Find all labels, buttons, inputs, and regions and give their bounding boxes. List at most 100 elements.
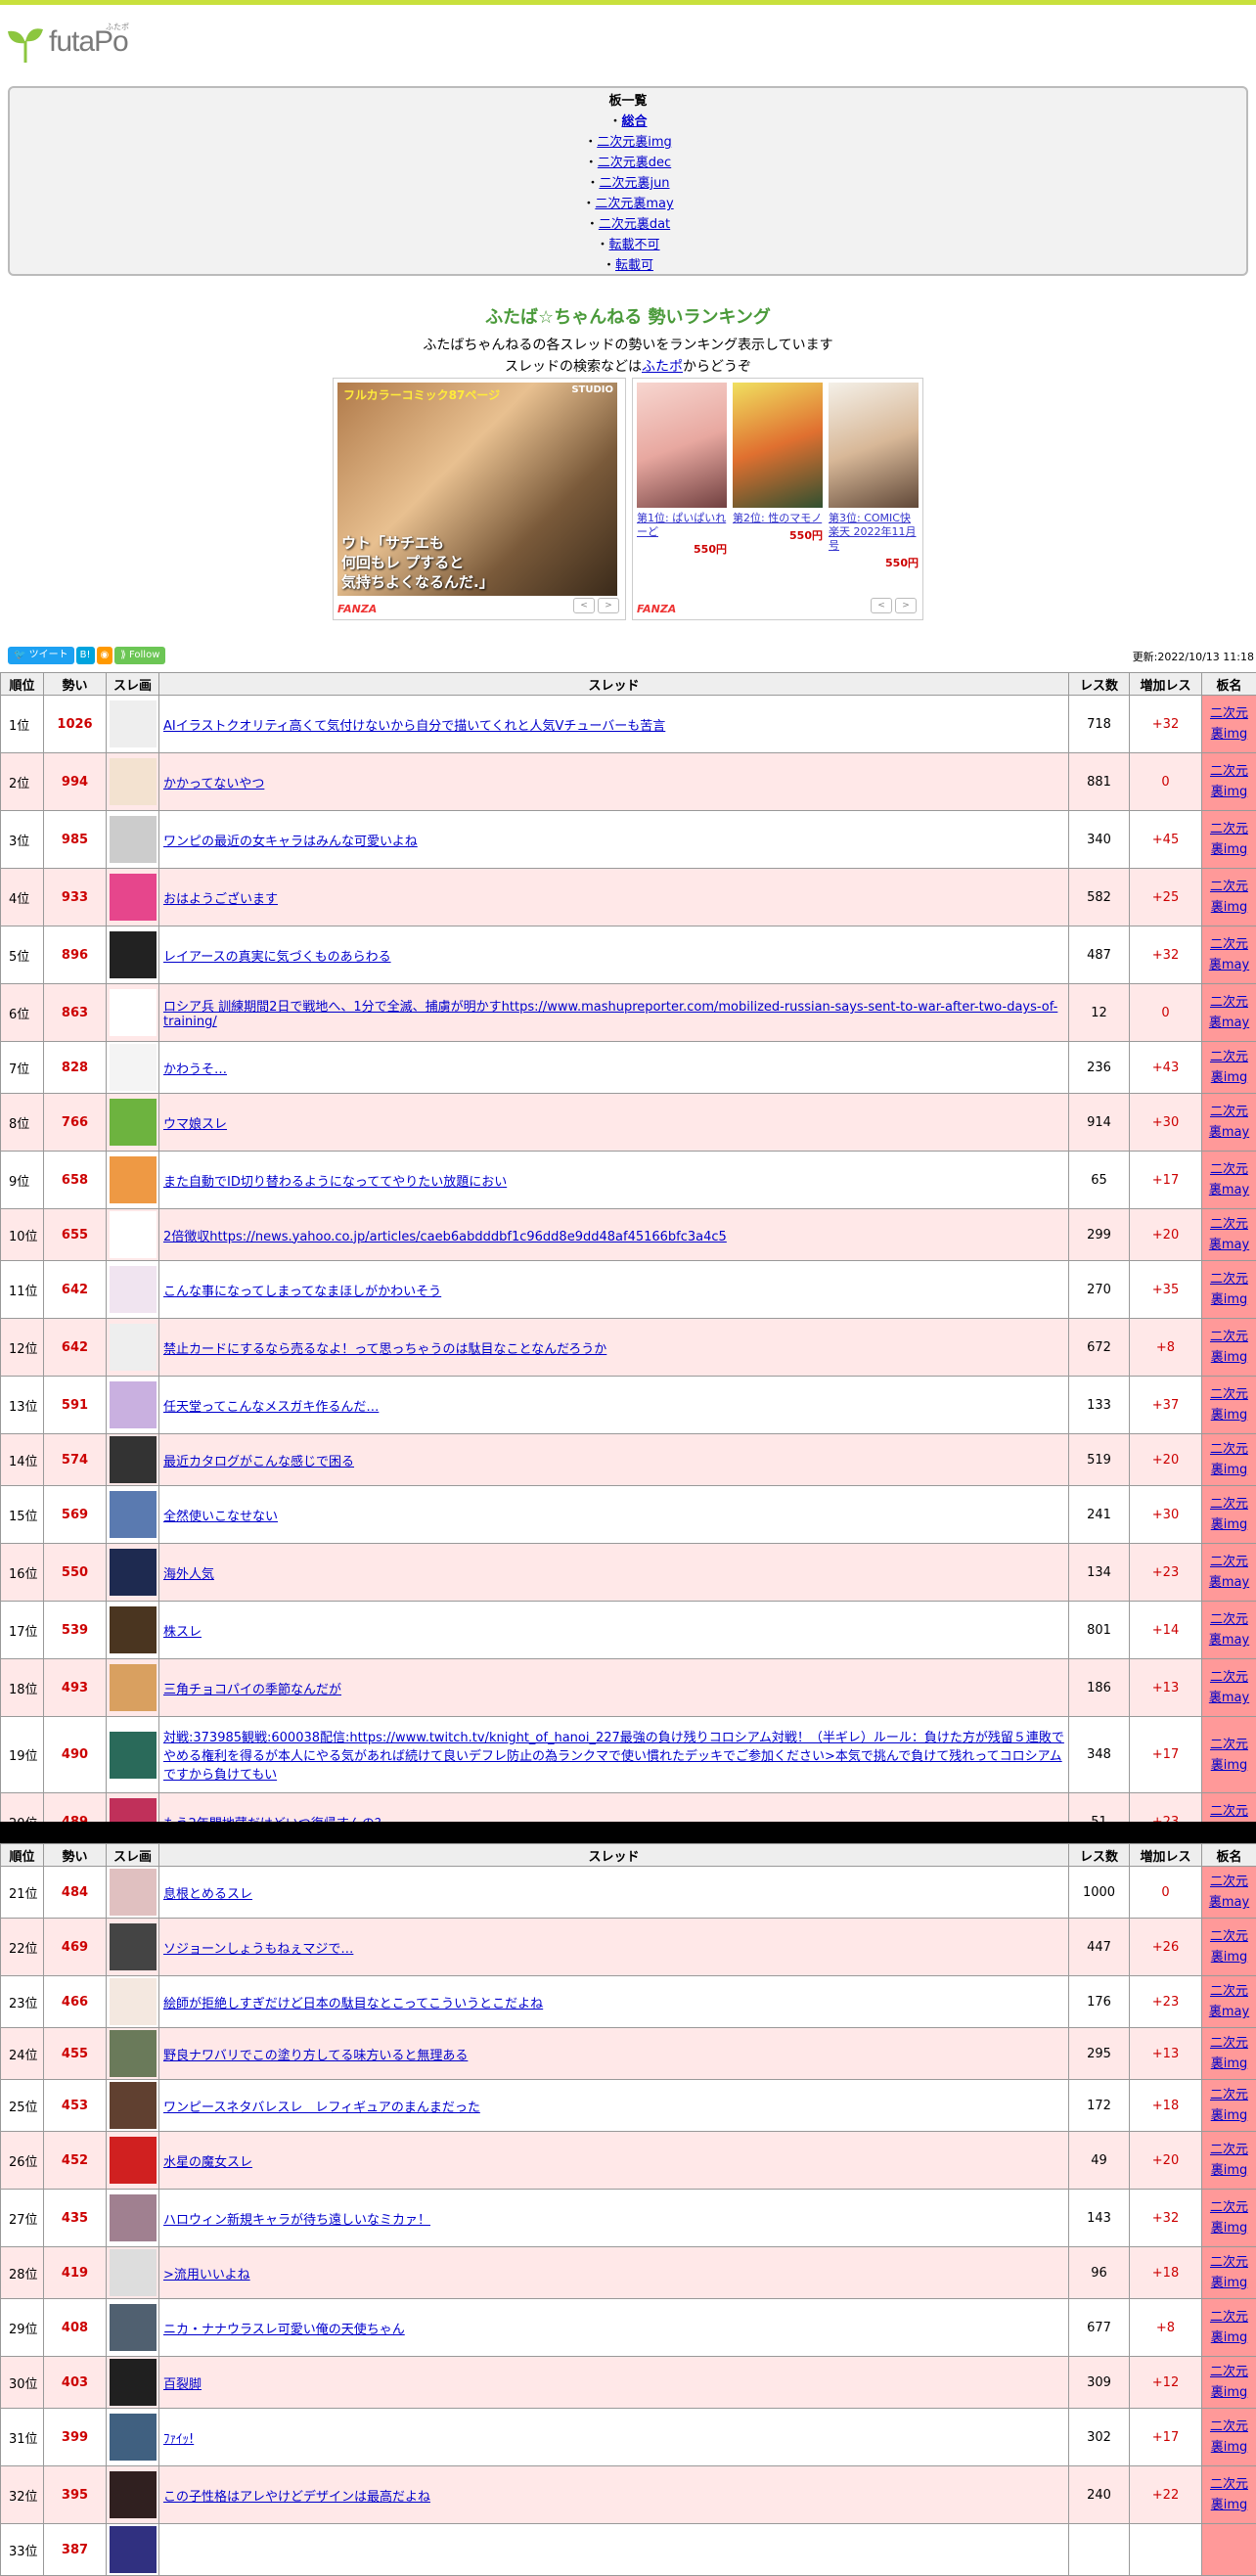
thread-link[interactable]: 最近カタログがこんな感じで困る <box>163 1455 354 1469</box>
thread-link[interactable]: この子性格はアレやけどデザインは最高だよね <box>163 2490 430 2505</box>
thread-link[interactable]: 株スレ <box>163 1625 202 1640</box>
thread-link[interactable]: 野良ナワバリでこの塗り方してる味方いると無理ある <box>163 2049 468 2063</box>
board-name-link[interactable]: 二次元裏img <box>1210 2477 1248 2512</box>
thread-link[interactable]: 全然使いこなせない <box>163 1510 278 1524</box>
next-arrow-icon[interactable]: > <box>895 598 917 613</box>
prev-arrow-icon[interactable]: < <box>573 598 595 613</box>
board-name-link[interactable]: 二次元裏may <box>1209 1555 1249 1590</box>
board-name-link[interactable]: 二次元裏img <box>1210 822 1248 857</box>
ad-book-caption[interactable]: 第1位: ぱいぱいれーど <box>637 512 727 539</box>
thread-thumbnail[interactable] <box>110 2249 157 2296</box>
thread-thumbnail[interactable] <box>110 1324 157 1371</box>
thread-thumbnail[interactable] <box>110 2030 157 2077</box>
thread-thumbnail[interactable] <box>110 2359 157 2406</box>
board-name-link[interactable]: 二次元裏img <box>1210 1929 1248 1965</box>
thread-thumbnail[interactable] <box>110 1436 157 1483</box>
board-name-link[interactable]: 二次元裏img <box>1210 2088 1248 2123</box>
board-link[interactable]: 二次元裏jun <box>599 176 669 191</box>
board-link[interactable]: 二次元裏dec <box>598 156 671 170</box>
thread-link[interactable]: こんな事になってしまってなまほしがかわいそう <box>163 1285 441 1299</box>
hatena-button[interactable]: B! <box>76 647 95 664</box>
thread-link[interactable]: また自動でID切り替わるようになっててやりたい放題におい <box>163 1175 507 1190</box>
board-name-link[interactable]: 二次元裏img <box>1210 2365 1248 2400</box>
thread-link[interactable]: ﾌｧｲｯ! <box>163 2432 194 2447</box>
board-link[interactable]: 総合 <box>622 114 648 129</box>
board-name-link[interactable]: 二次元裏may <box>1209 995 1249 1030</box>
board-name-link[interactable]: 二次元裏may <box>1209 1217 1249 1252</box>
prev-arrow-icon[interactable]: < <box>871 598 892 613</box>
thread-thumbnail[interactable] <box>110 874 157 921</box>
thread-thumbnail[interactable] <box>110 2471 157 2518</box>
ad-book-cover[interactable] <box>733 383 823 508</box>
thread-link[interactable]: ロシア兵 訓練期間2日で戦地へ、1分で全滅、捕虜が明かすhttps://www.… <box>163 1000 1057 1029</box>
thread-link[interactable]: ハロウィン新規キャラが待ち遠しいなミカァ！ <box>163 2213 430 2228</box>
board-link[interactable]: 二次元裏may <box>595 197 673 211</box>
thread-link[interactable]: >流用いいよね <box>163 2268 250 2282</box>
thread-link[interactable]: ワンピースネタバレスレ レフィギュアのまんまだった <box>163 2101 480 2115</box>
thread-thumbnail[interactable] <box>110 1491 157 1538</box>
thread-thumbnail[interactable] <box>110 931 157 978</box>
thread-link[interactable]: 2倍徴収https://news.yahoo.co.jp/articles/ca… <box>163 1230 727 1244</box>
ad-book-cover[interactable] <box>829 383 919 508</box>
thread-thumbnail[interactable] <box>110 1549 157 1596</box>
thread-link[interactable]: 百裂脚 <box>163 2377 202 2392</box>
ad-book-caption[interactable]: 第3位: COMIC快楽天 2022年11月号 <box>829 512 919 553</box>
thread-thumbnail[interactable] <box>110 1156 157 1203</box>
thread-link[interactable]: レイアースの真実に気づくものあらわる <box>163 950 391 965</box>
board-name-link[interactable]: 二次元裏may <box>1209 1984 1249 2019</box>
thread-link[interactable]: ニカ・ナナウラスレ可愛い俺の天使ちゃん <box>163 2323 405 2337</box>
board-name-link[interactable]: 二次元裏img <box>1210 1387 1248 1423</box>
thread-thumbnail[interactable] <box>110 816 157 863</box>
thread-link[interactable]: ワンピの最近の女キャラはみんな可愛いよね <box>163 835 418 849</box>
thread-thumbnail[interactable] <box>110 2194 157 2241</box>
thread-link[interactable]: 対戦:373985観戦:600038配信:https://www.twitch.… <box>163 1731 1064 1783</box>
ad-book-caption[interactable]: 第2位: 性のマモノ <box>733 512 823 525</box>
tweet-button[interactable]: 🐦 ツイート <box>8 647 74 664</box>
board-name-link[interactable]: 二次元裏img <box>1210 1497 1248 1532</box>
thread-link[interactable]: ウマ娘スレ <box>163 1117 227 1132</box>
thread-thumbnail[interactable] <box>110 700 157 747</box>
thread-thumbnail[interactable] <box>110 2082 157 2129</box>
thread-thumbnail[interactable] <box>110 2304 157 2351</box>
thread-thumbnail[interactable] <box>110 1606 157 1653</box>
thread-link[interactable]: 海外人気 <box>163 1567 214 1582</box>
thread-link[interactable]: 息根とめるスレ <box>163 1887 252 1902</box>
thread-thumbnail[interactable] <box>110 758 157 805</box>
thread-link[interactable]: 禁止カードにするなら売るなよ！って思っちゃうのは駄目なことなんだろうか <box>163 1342 606 1357</box>
rss-icon[interactable]: ◉ <box>97 647 113 664</box>
thread-link[interactable]: おはようございます <box>163 892 278 907</box>
board-name-link[interactable]: 二次元裏img <box>1210 880 1248 915</box>
thread-thumbnail[interactable] <box>110 1099 157 1146</box>
ad-book-2[interactable]: 第2位: 性のマモノ 550円 <box>733 383 823 543</box>
board-link[interactable]: 転載不可 <box>609 238 660 252</box>
thread-thumbnail[interactable] <box>110 1044 157 1091</box>
thread-thumbnail[interactable] <box>110 1732 157 1779</box>
board-name-link[interactable]: 二次元裏img <box>1210 1272 1248 1307</box>
board-link[interactable]: 転載可 <box>615 258 653 273</box>
board-name-link[interactable]: 二次元裏img <box>1210 1442 1248 1477</box>
thread-link[interactable]: 絵師が拒絶しすぎだけど日本の駄目なとこってこういうとこだよね <box>163 1997 543 2011</box>
thread-link[interactable]: AIイラストクオリティ高くて気付けないから自分で描いてくれと人気Vチューバーも苦… <box>163 719 665 734</box>
board-name-link[interactable]: 二次元裏img <box>1210 1330 1248 1365</box>
board-name-link[interactable]: 二次元裏img <box>1210 1738 1248 1773</box>
board-name-link[interactable]: 二次元裏may <box>1209 1612 1249 1648</box>
board-name-link[interactable]: 二次元裏img <box>1210 2143 1248 2178</box>
thread-thumbnail[interactable] <box>110 1211 157 1258</box>
board-name-link[interactable]: 二次元裏may <box>1209 1670 1249 1705</box>
board-name-link[interactable]: 二次元裏img <box>1210 2200 1248 2236</box>
board-name-link[interactable]: 二次元裏may <box>1209 1875 1249 1910</box>
board-name-link[interactable]: 二次元裏img <box>1210 1050 1248 1085</box>
thread-link[interactable]: かかってないやつ <box>163 777 264 791</box>
board-name-link[interactable]: 二次元裏img <box>1210 706 1248 742</box>
feedly-follow-button[interactable]: ⟫ Follow <box>114 647 165 664</box>
thread-link[interactable]: 三角チョコパイの季節なんだが <box>163 1683 341 1697</box>
board-name-link[interactable]: 二次元裏img <box>1210 764 1248 799</box>
thread-thumbnail[interactable] <box>110 1978 157 2025</box>
ad-banner-image[interactable]: フルカラーコミック87ページ STUDIO ウト「サチエも 何回もレ プすると … <box>337 383 617 596</box>
ad-book-1[interactable]: 第1位: ぱいぱいれーど 550円 <box>637 383 727 557</box>
board-name-link[interactable]: 二次元裏img <box>1210 2419 1248 2455</box>
ad-book-cover[interactable] <box>637 383 727 508</box>
next-arrow-icon[interactable]: > <box>598 598 619 613</box>
thread-link[interactable]: 任天堂ってこんなメスガキ作るんだ… <box>163 1400 379 1415</box>
thread-thumbnail[interactable] <box>110 1869 157 1916</box>
